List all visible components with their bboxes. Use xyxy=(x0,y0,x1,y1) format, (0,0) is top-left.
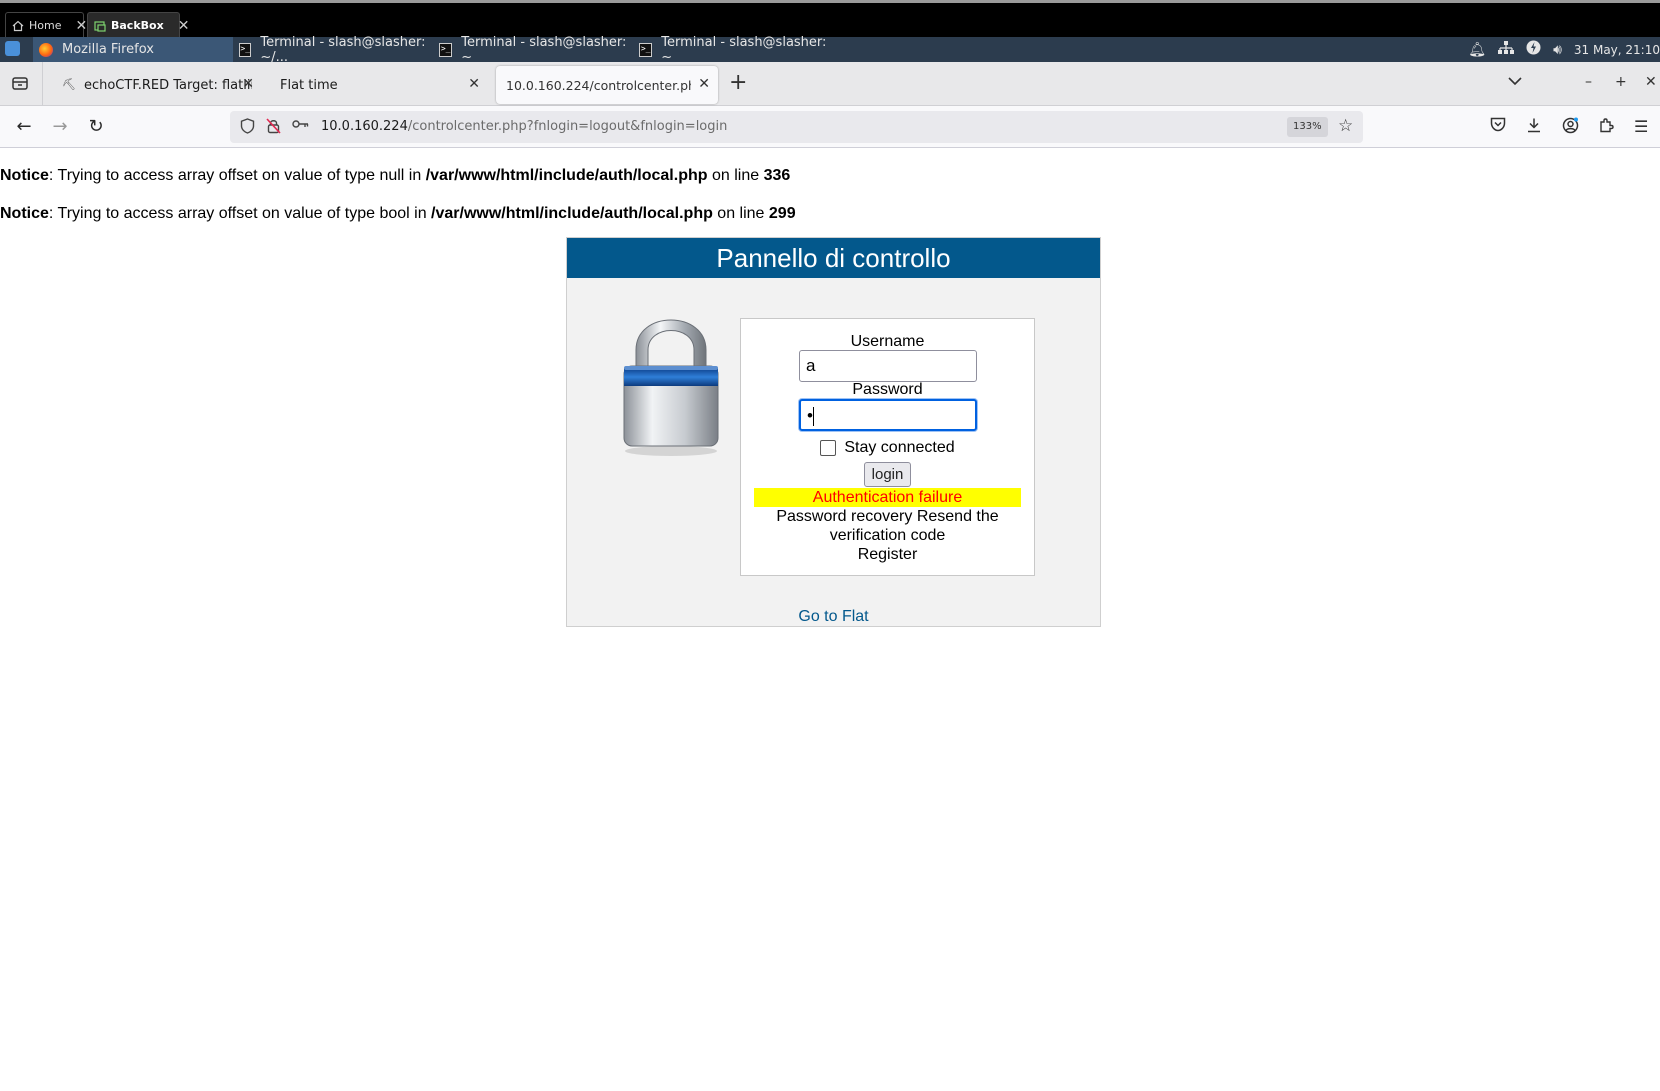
url-path: /controlcenter.php?fnlogin=logout&fnlogi… xyxy=(407,119,728,134)
key-icon[interactable] xyxy=(292,118,309,134)
taskbar-item-label: Terminal - slash@slasher: ~ xyxy=(461,34,627,65)
network-icon[interactable] xyxy=(1498,40,1515,59)
vm-tab-label: BackBox xyxy=(111,19,164,32)
close-icon[interactable]: ✕ xyxy=(75,18,87,34)
login-button[interactable]: login xyxy=(864,462,911,487)
browser-tab-bar: ⛏︎ echoCTF.RED Target: flatliner ✕ Flat … xyxy=(0,62,1660,106)
stay-connected-label: Stay connected xyxy=(844,439,955,456)
minimize-icon[interactable]: – xyxy=(1585,74,1592,90)
extensions-icon[interactable] xyxy=(1598,117,1614,137)
notice-line: 336 xyxy=(763,167,791,184)
username-label: Username xyxy=(850,333,925,350)
zoom-level[interactable]: 133% xyxy=(1287,117,1328,137)
system-tray: 🔔︎ 🔊︎ 31 May, 21:10 xyxy=(1468,37,1660,62)
terminal-icon: >_ xyxy=(239,42,252,57)
volume-icon[interactable]: 🔊︎ xyxy=(1553,42,1562,58)
notice-line: 299 xyxy=(768,205,796,222)
navigation-toolbar: ← → ↻ 10.0.160.224/controlcenter.php?fnl… xyxy=(0,106,1660,148)
account-links: Password recovery Resend the verificatio… xyxy=(741,507,1034,564)
password-input[interactable]: • xyxy=(799,399,977,431)
php-notice: Notice: Trying to access array offset on… xyxy=(0,205,796,223)
login-form: Username a Password • Stay connected log… xyxy=(740,318,1035,576)
url-text: 10.0.160.224/controlcenter.php?fnlogin=l… xyxy=(321,119,727,134)
url-host: 10.0.160.224 xyxy=(321,119,408,134)
close-window-icon[interactable]: ✕ xyxy=(1645,74,1657,90)
notice-text: : Trying to access array offset on value… xyxy=(48,167,426,184)
vm-icon xyxy=(94,20,106,32)
notice-file: /var/www/html/include/auth/local.php xyxy=(431,205,713,222)
close-icon[interactable]: ✕ xyxy=(178,18,190,34)
maximize-icon[interactable]: + xyxy=(1615,74,1627,90)
terminal-icon: >_ xyxy=(439,42,453,57)
taskbar-item-label: Terminal - slash@slasher: ~ xyxy=(661,34,827,65)
close-icon[interactable]: ✕ xyxy=(698,76,710,92)
taskbar-item-terminal-1[interactable]: >_ Terminal - slash@slasher: ~/... xyxy=(233,34,431,65)
app-menu-icon[interactable] xyxy=(5,41,20,56)
new-tab-icon[interactable]: + xyxy=(729,72,747,94)
taskbar-item-label: Terminal - slash@slasher: ~/... xyxy=(260,34,426,65)
go-to-flat-link[interactable]: Go to Flat xyxy=(567,608,1100,626)
error-message: Authentication failure xyxy=(754,488,1021,507)
back-icon[interactable]: ← xyxy=(13,116,35,138)
stay-connected-checkbox[interactable] xyxy=(820,440,837,456)
pickaxe-icon: ⛏︎ xyxy=(62,78,76,91)
download-icon[interactable] xyxy=(1526,117,1542,137)
notice-on-line: on line xyxy=(712,205,769,222)
recovery-links[interactable]: Password recovery Resend the xyxy=(741,507,1034,526)
php-notice: Notice: Trying to access array offset on… xyxy=(0,167,790,185)
vm-tab-backbox[interactable]: BackBox ✕ xyxy=(87,12,189,38)
firefox-icon xyxy=(39,42,53,57)
clock[interactable]: 31 May, 21:10 xyxy=(1574,43,1660,57)
account-icon[interactable] xyxy=(1562,117,1579,138)
hamburger-menu-icon[interactable]: ☰ xyxy=(1634,117,1648,136)
notice-prefix: Notice xyxy=(0,167,49,184)
divider xyxy=(42,62,43,106)
verification-link[interactable]: verification code xyxy=(741,526,1034,545)
login-panel: Pannello di controllo Username a Passwor… xyxy=(566,237,1101,627)
tab-flat-time[interactable]: Flat time ✕ xyxy=(270,66,488,104)
taskbar-item-label: Mozilla Firefox xyxy=(62,42,154,57)
tab-label: echoCTF.RED Target: flatliner xyxy=(83,77,252,93)
username-input[interactable]: a xyxy=(799,350,977,382)
page-content: Notice: Trying to access array offset on… xyxy=(0,149,1660,1091)
forward-icon[interactable]: → xyxy=(49,116,71,138)
taskbar-item-terminal-3[interactable]: >_ Terminal - slash@slasher: ~ xyxy=(633,34,831,65)
reload-icon[interactable]: ↻ xyxy=(85,116,107,138)
register-link[interactable]: Register xyxy=(741,545,1034,564)
close-icon[interactable]: ✕ xyxy=(468,76,480,92)
power-icon[interactable] xyxy=(1526,40,1541,59)
notice-on-line: on line xyxy=(707,167,764,184)
notice-text: : Trying to access array offset on value… xyxy=(48,205,432,222)
close-icon[interactable]: ✕ xyxy=(242,76,254,92)
vm-tab-home[interactable]: Home ✕ xyxy=(5,12,87,38)
password-label: Password xyxy=(852,381,923,398)
notice-file: /var/www/html/include/auth/local.php xyxy=(425,167,708,184)
tab-controlcenter[interactable]: 10.0.160.224/controlcenter.php?fnlogin=l… xyxy=(496,66,718,104)
stay-connected-row: Stay connected xyxy=(741,439,1034,457)
firefox-view-icon[interactable] xyxy=(11,74,29,92)
panel-title: Pannello di controllo xyxy=(567,238,1100,278)
terminal-icon: >_ xyxy=(639,42,653,57)
chevron-down-icon[interactable] xyxy=(1508,74,1522,90)
taskbar-item-firefox[interactable]: Mozilla Firefox xyxy=(33,37,233,62)
desktop-taskbar: Mozilla Firefox >_ Terminal - slash@slas… xyxy=(0,34,1660,65)
insecure-lock-icon[interactable] xyxy=(266,118,281,138)
padlock-icon xyxy=(619,308,723,458)
tab-label: Flat time xyxy=(280,77,338,93)
bookmark-star-icon[interactable]: ☆ xyxy=(1338,116,1353,136)
tab-label: 10.0.160.224/controlcenter.php?fnlogin=l… xyxy=(506,77,691,93)
address-bar[interactable]: 10.0.160.224/controlcenter.php?fnlogin=l… xyxy=(230,111,1363,143)
notice-prefix: Notice xyxy=(0,205,49,222)
vm-tab-label: Home xyxy=(29,19,62,32)
shield-icon[interactable] xyxy=(240,118,255,138)
bell-icon[interactable]: 🔔︎ xyxy=(1468,42,1486,58)
home-icon xyxy=(12,20,24,32)
pocket-icon[interactable] xyxy=(1490,117,1506,136)
taskbar-item-terminal-2[interactable]: >_ Terminal - slash@slasher: ~ xyxy=(433,34,631,65)
vm-tab-strip: Home ✕ BackBox ✕ xyxy=(0,0,1660,38)
tab-echoctf[interactable]: ⛏︎ echoCTF.RED Target: flatliner ✕ xyxy=(52,66,262,104)
